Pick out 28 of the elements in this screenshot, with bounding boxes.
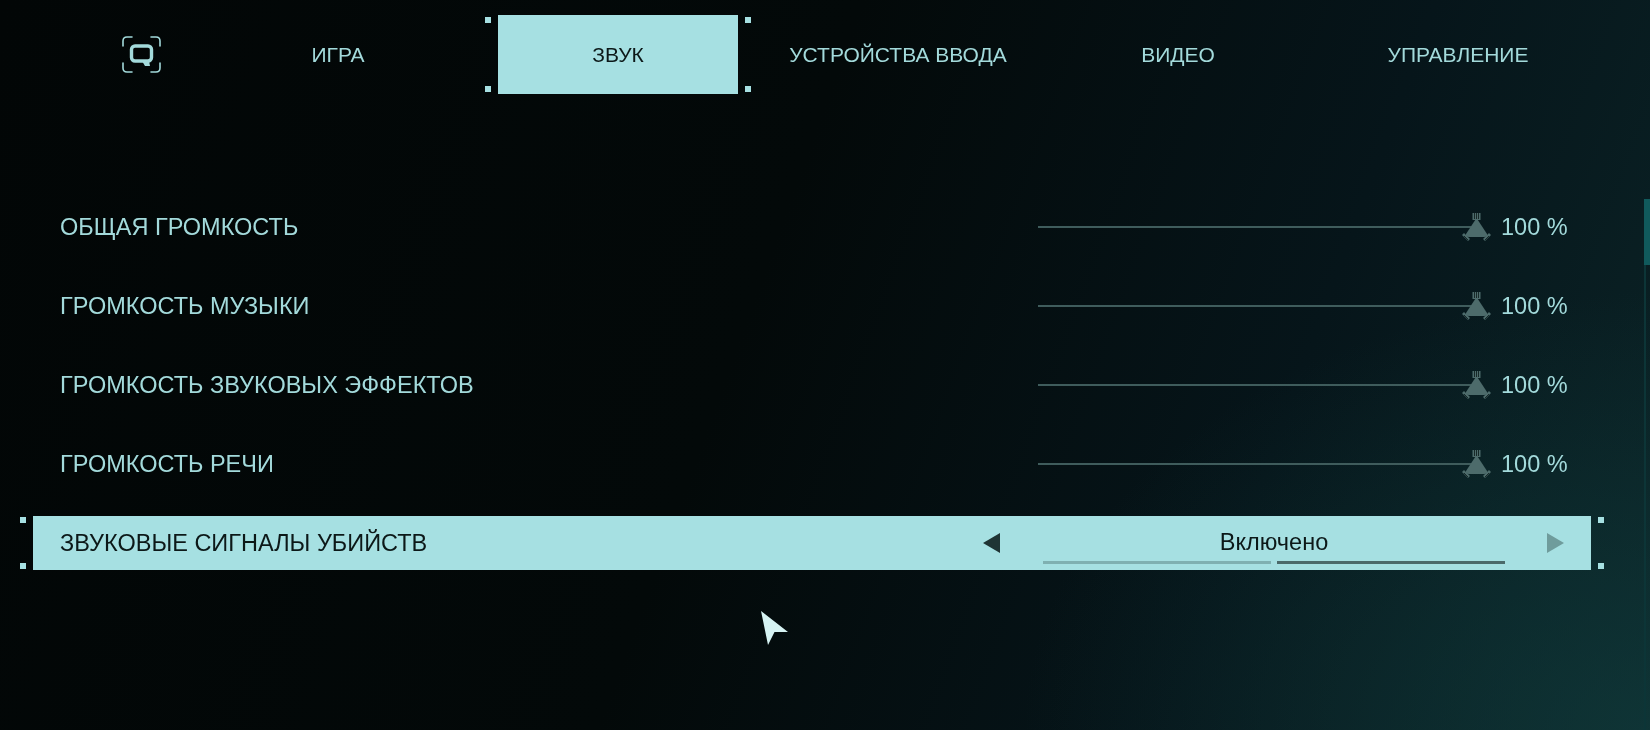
- slider-value: 100 %: [1501, 213, 1568, 241]
- slider-value: 100 %: [1501, 371, 1568, 399]
- tab[interactable]: УПРАВЛЕНИЕ: [1325, 15, 1591, 94]
- setting-label: ГРОМКОСТЬ РЕЧИ: [60, 450, 275, 478]
- setting-label: ГРОМКОСТЬ МУЗЫКИ: [60, 292, 311, 320]
- slider-thumb[interactable]: [1462, 212, 1491, 242]
- mouse-pointer-icon: [761, 611, 789, 646]
- tab[interactable]: ЗВУК: [485, 15, 751, 94]
- left-arrow-icon[interactable]: [983, 533, 1000, 553]
- slider-thumb[interactable]: [1462, 291, 1491, 321]
- setting-label: ОБЩАЯ ГРОМКОСТЬ: [60, 213, 300, 241]
- option-value: Включено: [1219, 528, 1329, 556]
- tab[interactable]: УСТРОЙСТВА ВВОДА: [765, 15, 1031, 94]
- setting-row[interactable]: ГРОМКОСТЬ ЗВУКОВЫХ ЭФФЕКТОВ 100 %: [20, 358, 1604, 412]
- slider-value: 100 %: [1501, 450, 1568, 478]
- slider-thumb[interactable]: [1462, 449, 1491, 479]
- tab[interactable]: ИГРА: [205, 15, 471, 94]
- setting-label: ГРОМКОСТЬ ЗВУКОВЫХ ЭФФЕКТОВ: [60, 371, 475, 399]
- setting-row[interactable]: ГРОМКОСТЬ МУЗЫКИ 100 %: [20, 279, 1604, 333]
- slider-value: 100 %: [1501, 292, 1568, 320]
- slider-thumb[interactable]: [1462, 370, 1491, 400]
- setting-label: ЗВУКОВЫЕ СИГНАЛЫ УБИЙСТВ: [60, 529, 429, 557]
- framed-bubble-icon[interactable]: [122, 36, 161, 73]
- setting-row[interactable]: ОБЩАЯ ГРОМКОСТЬ 100 %: [20, 200, 1604, 254]
- tab[interactable]: ВИДЕО: [1045, 15, 1311, 94]
- setting-row[interactable]: ГРОМКОСТЬ РЕЧИ 100 %: [20, 437, 1604, 491]
- setting-row[interactable]: ЗВУКОВЫЕ СИГНАЛЫ УБИЙСТВ Включено: [20, 516, 1604, 570]
- scrollbar-thumb[interactable]: [1644, 199, 1650, 265]
